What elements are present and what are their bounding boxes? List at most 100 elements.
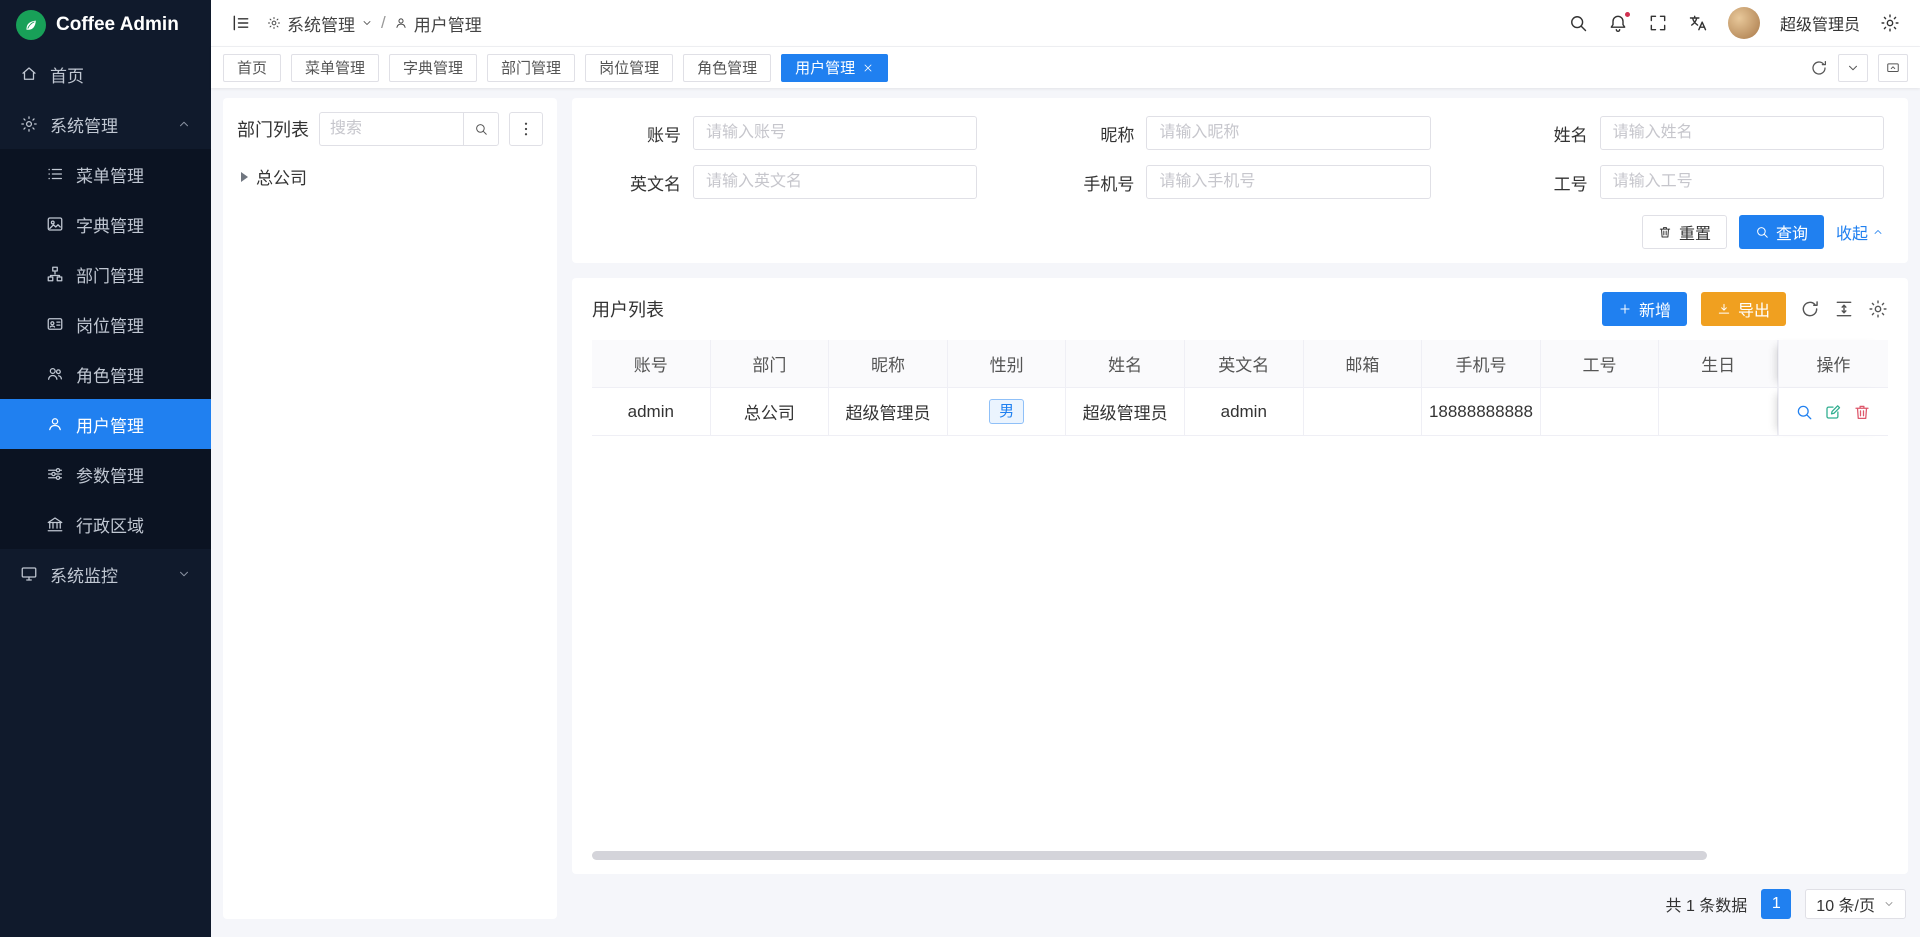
breadcrumb-section[interactable]: 系统管理 — [267, 11, 373, 36]
home-icon — [20, 65, 38, 83]
field-work-id: 工号 — [1503, 165, 1884, 199]
tab-user-management[interactable]: 用户管理 — [781, 54, 888, 82]
field-label: 英文名 — [596, 170, 681, 195]
chevron-up-icon — [1872, 226, 1884, 238]
table-refresh-button[interactable] — [1800, 299, 1820, 319]
field-label: 工号 — [1503, 170, 1588, 195]
delete-user-button[interactable] — [1853, 403, 1871, 421]
query-button[interactable]: 查询 — [1739, 215, 1824, 249]
tree-node-root[interactable]: 总公司 — [237, 164, 543, 189]
export-button[interactable]: 导出 — [1701, 292, 1786, 326]
chevron-up-icon — [177, 117, 191, 131]
edit-user-button[interactable] — [1824, 403, 1842, 421]
sidebar-item-role-management[interactable]: 角色管理 — [0, 349, 211, 399]
horizontal-scrollbar[interactable] — [592, 851, 1707, 860]
add-user-button[interactable]: 新增 — [1602, 292, 1687, 326]
tab-label: 部门管理 — [501, 57, 561, 78]
page-number-button[interactable]: 1 — [1761, 889, 1791, 919]
tab-close-button[interactable] — [862, 62, 874, 74]
work-id-input[interactable] — [1600, 165, 1884, 199]
column-header-birthday: 生日 — [1659, 340, 1778, 388]
breadcrumb-page[interactable]: 用户管理 — [394, 11, 482, 36]
line-height-icon — [1834, 299, 1854, 319]
screen-icon — [1886, 61, 1900, 75]
app-logo[interactable]: Coffee Admin — [0, 0, 211, 49]
menu-fold-button[interactable] — [231, 13, 251, 33]
sidebar-item-administrative-region[interactable]: 行政区域 — [0, 499, 211, 549]
sliders-icon — [46, 465, 64, 483]
list-icon — [46, 165, 64, 183]
column-header-english-name: 英文名 — [1185, 340, 1304, 388]
sidebar-item-user-management[interactable]: 用户管理 — [0, 399, 211, 449]
main-area: 系统管理 / 用户管理 — [211, 0, 1920, 937]
view-user-button[interactable] — [1795, 403, 1813, 421]
fullscreen-button[interactable] — [1648, 13, 1668, 33]
notifications-button[interactable] — [1608, 13, 1628, 33]
caret-right-icon[interactable] — [241, 172, 248, 182]
search-button[interactable] — [1568, 13, 1588, 33]
column-settings-button[interactable] — [1868, 299, 1888, 319]
cell-account: admin — [592, 388, 711, 436]
sidebar-item-parameter-management[interactable]: 参数管理 — [0, 449, 211, 499]
tab-dictionary-management[interactable]: 字典管理 — [389, 54, 477, 82]
reset-button[interactable]: 重置 — [1642, 215, 1727, 249]
sidebar-item-menu-management[interactable]: 菜单管理 — [0, 149, 211, 199]
tab-role-management[interactable]: 角色管理 — [683, 54, 771, 82]
cell-name: 超级管理员 — [1066, 388, 1185, 436]
department-more-button[interactable] — [509, 112, 543, 146]
search-form: 账号 昵称 姓名 英文名 — [596, 116, 1884, 199]
department-search-button[interactable] — [463, 112, 499, 146]
gear-icon — [1880, 13, 1900, 33]
cell-department: 总公司 — [711, 388, 830, 436]
sidebar-item-home[interactable]: 首页 — [0, 49, 211, 99]
sidebar-item-label: 用户管理 — [76, 412, 144, 437]
tab-label: 岗位管理 — [599, 57, 659, 78]
gear-icon — [267, 16, 281, 30]
notification-badge — [1623, 10, 1632, 19]
settings-button[interactable] — [1880, 13, 1900, 33]
phone-input[interactable] — [1146, 165, 1430, 199]
department-search-input[interactable] — [319, 112, 463, 146]
sidebar-item-dictionary-management[interactable]: 字典管理 — [0, 199, 211, 249]
table-row: admin 总公司 超级管理员 男 超级管理员 admin 1888888888… — [592, 388, 1888, 436]
tab-home[interactable]: 首页 — [223, 54, 281, 82]
field-nickname: 昵称 — [1049, 116, 1430, 150]
tab-refresh-button[interactable] — [1810, 59, 1828, 77]
language-button[interactable] — [1688, 13, 1708, 33]
sidebar-item-system-management[interactable]: 系统管理 — [0, 99, 211, 149]
english-name-input[interactable] — [693, 165, 977, 199]
account-input[interactable] — [693, 116, 977, 150]
field-name: 姓名 — [1503, 116, 1884, 150]
plus-icon — [1618, 302, 1632, 316]
sidebar-item-label: 首页 — [50, 62, 84, 87]
sidebar-item-position-management[interactable]: 岗位管理 — [0, 299, 211, 349]
sidebar-item-label: 系统监控 — [50, 562, 118, 587]
tab-menu-management[interactable]: 菜单管理 — [291, 54, 379, 82]
collapse-link[interactable]: 收起 — [1836, 220, 1884, 244]
current-user-name[interactable]: 超级管理员 — [1780, 11, 1860, 35]
field-phone: 手机号 — [1049, 165, 1430, 199]
content-fullscreen-button[interactable] — [1878, 54, 1908, 82]
query-button-label: 查询 — [1776, 220, 1808, 244]
nickname-input[interactable] — [1146, 116, 1430, 150]
user-list-header: 用户列表 新增 导出 — [592, 292, 1888, 326]
sidebar-item-department-management[interactable]: 部门管理 — [0, 249, 211, 299]
close-icon — [862, 62, 874, 74]
avatar[interactable] — [1728, 7, 1760, 39]
column-header-department: 部门 — [711, 340, 830, 388]
row-height-button[interactable] — [1834, 299, 1854, 319]
column-header-work-id: 工号 — [1541, 340, 1660, 388]
reset-button-label: 重置 — [1679, 220, 1711, 244]
page-size-select[interactable]: 10 条/页 — [1805, 889, 1906, 919]
field-label: 姓名 — [1503, 121, 1588, 146]
name-input[interactable] — [1600, 116, 1884, 150]
tab-department-management[interactable]: 部门管理 — [487, 54, 575, 82]
sidebar-submenu-system-management: 菜单管理 字典管理 部门管理 岗位管理 角色管理 — [0, 149, 211, 549]
cell-birthday — [1659, 388, 1778, 436]
tab-controls — [1810, 54, 1908, 82]
sidebar-item-system-monitor[interactable]: 系统监控 — [0, 549, 211, 599]
sidebar-item-label: 岗位管理 — [76, 312, 144, 337]
tab-options-button[interactable] — [1838, 54, 1868, 82]
sitemap-icon — [46, 265, 64, 283]
tab-position-management[interactable]: 岗位管理 — [585, 54, 673, 82]
